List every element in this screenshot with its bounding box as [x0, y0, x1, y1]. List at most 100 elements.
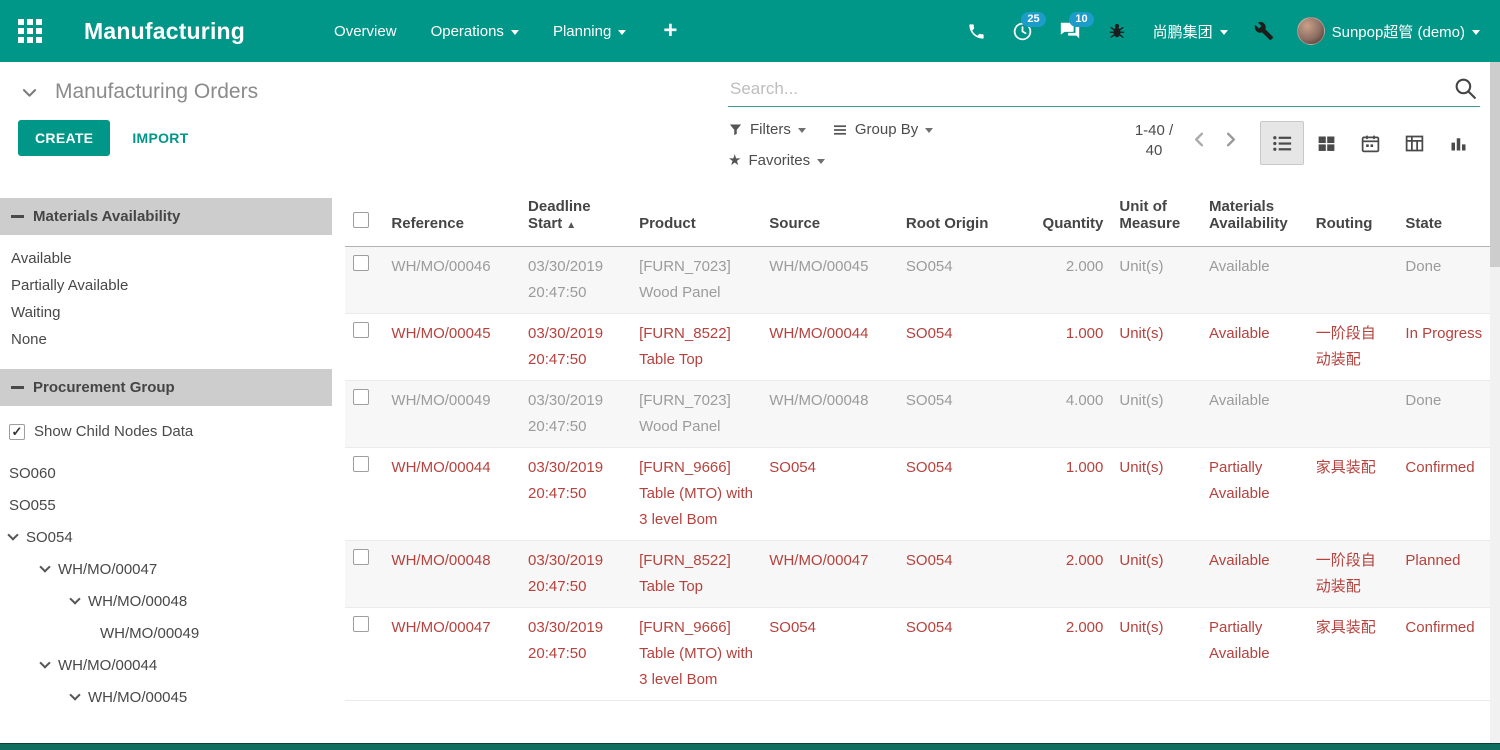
- pager-previous-button[interactable]: [1186, 126, 1213, 156]
- search-input[interactable]: [730, 79, 1446, 99]
- chevron-right-icon: [1219, 128, 1242, 151]
- row-checkbox[interactable]: [353, 616, 369, 632]
- chevron-down-icon: [925, 128, 933, 133]
- select-all-checkbox[interactable]: [353, 212, 369, 228]
- chevron-down-icon: [7, 529, 18, 540]
- collapse-icon: [11, 215, 24, 218]
- chevron-down-icon: [69, 689, 80, 700]
- column-product[interactable]: Product: [631, 192, 761, 247]
- view-pivot-button[interactable]: [1392, 121, 1436, 165]
- menu-overview[interactable]: Overview: [317, 0, 414, 62]
- search-options: Filters Group By ★ Favorites: [728, 121, 976, 169]
- tree-item-wh-mo-00045[interactable]: WH/MO/00045: [0, 681, 332, 713]
- menu-operations[interactable]: Operations: [414, 0, 536, 62]
- breadcrumb: Manufacturing Orders: [20, 80, 728, 104]
- row-checkbox[interactable]: [353, 255, 369, 271]
- apps-grid-icon[interactable]: [18, 19, 42, 43]
- view-calendar-icon: [1360, 133, 1381, 154]
- view-kanban-button[interactable]: [1304, 121, 1348, 165]
- table-row[interactable]: WH/MO/00044 03/30/2019 20:47:50 [FURN_96…: [345, 448, 1500, 541]
- orders-table: Reference Deadline Start▲ Product Source…: [345, 192, 1500, 701]
- row-checkbox[interactable]: [353, 389, 369, 405]
- vertical-scrollbar[interactable]: [1490, 62, 1500, 743]
- column-routing[interactable]: Routing: [1308, 192, 1398, 247]
- tree-item-wh-mo-00047[interactable]: WH/MO/00047: [0, 553, 332, 585]
- favorites-star-icon: ★: [728, 151, 741, 169]
- chevron-down-icon: [817, 159, 825, 164]
- create-button[interactable]: CREATE: [18, 120, 110, 156]
- view-list-button[interactable]: [1260, 121, 1304, 165]
- table-row[interactable]: WH/MO/00049 03/30/2019 20:47:50 [FURN_70…: [345, 381, 1500, 448]
- menu-planning[interactable]: Planning: [536, 0, 643, 62]
- view-graph-icon: [1448, 133, 1469, 154]
- table-row[interactable]: WH/MO/00046 03/30/2019 20:47:50 [FURN_70…: [345, 247, 1500, 314]
- chevron-left-icon: [1188, 128, 1211, 151]
- navbar-systray: 25 10 尚鹏集团 Sunpop超管 (demo): [954, 0, 1500, 62]
- column-reference[interactable]: Reference: [383, 192, 520, 247]
- favorites-menu[interactable]: ★ Favorites: [728, 151, 825, 169]
- column-quantity[interactable]: Quantity: [1035, 192, 1112, 247]
- show-child-nodes-label: Show Child Nodes Data: [34, 423, 193, 440]
- facet-partially-available[interactable]: Partially Available: [0, 272, 332, 299]
- tree-item-wh-mo-00049[interactable]: WH/MO/00049: [0, 617, 332, 649]
- column-uom[interactable]: Unit of Measure: [1111, 192, 1201, 247]
- search-bar: [728, 76, 1480, 107]
- avatar: [1297, 17, 1325, 45]
- user-menu[interactable]: Sunpop超管 (demo): [1287, 17, 1486, 45]
- chevron-down-icon: [39, 561, 50, 572]
- top-navbar: Manufacturing Overview Operations Planni…: [0, 0, 1500, 62]
- search-icon[interactable]: [1453, 76, 1478, 106]
- list-view: Reference Deadline Start▲ Product Source…: [332, 192, 1500, 743]
- show-child-nodes-checkbox[interactable]: ✓: [9, 424, 25, 440]
- filter-icon: [728, 122, 743, 137]
- control-panel: Manufacturing Orders CREATE IMPORT Filte…: [0, 62, 1500, 192]
- facet-waiting[interactable]: Waiting: [0, 299, 332, 326]
- tree-item-so060[interactable]: SO060: [0, 457, 332, 489]
- app-title: Manufacturing: [84, 18, 245, 45]
- activities-button[interactable]: 25: [999, 0, 1046, 62]
- company-switcher[interactable]: 尚鹏集团: [1140, 21, 1241, 42]
- pager-next-button[interactable]: [1217, 126, 1244, 156]
- chevron-down-icon: [618, 30, 626, 35]
- table-row[interactable]: WH/MO/00047 03/30/2019 20:47:50 [FURN_96…: [345, 608, 1500, 701]
- view-pivot-icon: [1404, 133, 1425, 154]
- filters-menu[interactable]: Filters: [728, 121, 806, 138]
- column-deadline-start[interactable]: Deadline Start▲: [520, 192, 631, 247]
- column-state[interactable]: State: [1397, 192, 1500, 247]
- group-by-menu[interactable]: Group By: [832, 121, 933, 138]
- section-materials-availability[interactable]: Materials Availability: [0, 198, 332, 235]
- phone-icon: [967, 22, 986, 41]
- messages-button[interactable]: 10: [1046, 0, 1094, 62]
- tree-item-so055[interactable]: SO055: [0, 489, 332, 521]
- tree-item-wh-mo-00044[interactable]: WH/MO/00044: [0, 649, 332, 681]
- facet-none[interactable]: None: [0, 326, 332, 353]
- collapse-icon: [11, 386, 24, 389]
- chevron-down-icon: [511, 30, 519, 35]
- scrollbar-thumb[interactable]: [1490, 62, 1500, 267]
- view-calendar-button[interactable]: [1348, 121, 1392, 165]
- view-graph-button[interactable]: [1436, 121, 1480, 165]
- chevron-down-icon: [39, 657, 50, 668]
- tree-item-wh-mo-00048[interactable]: WH/MO/00048: [0, 585, 332, 617]
- table-row[interactable]: WH/MO/00045 03/30/2019 20:47:50 [FURN_85…: [345, 314, 1500, 381]
- import-button[interactable]: IMPORT: [132, 130, 188, 146]
- row-checkbox[interactable]: [353, 322, 369, 338]
- sort-asc-icon: ▲: [566, 220, 576, 231]
- tree-item-so054[interactable]: SO054: [0, 521, 332, 553]
- row-checkbox[interactable]: [353, 549, 369, 565]
- show-child-nodes-row: ✓ Show Child Nodes Data: [0, 416, 332, 447]
- chevron-down-icon[interactable]: [20, 83, 39, 102]
- column-source[interactable]: Source: [761, 192, 898, 247]
- row-checkbox[interactable]: [353, 456, 369, 472]
- settings-button[interactable]: [1241, 0, 1287, 62]
- section-procurement-group[interactable]: Procurement Group: [0, 369, 332, 406]
- add-menu-button[interactable]: +: [643, 0, 697, 62]
- debug-button[interactable]: [1094, 0, 1140, 62]
- column-availability[interactable]: Materials Availability: [1201, 192, 1308, 247]
- company-name: 尚鹏集团: [1153, 21, 1213, 42]
- facet-available[interactable]: Available: [0, 245, 332, 272]
- phone-button[interactable]: [954, 0, 999, 62]
- wrench-icon: [1254, 21, 1274, 41]
- table-row[interactable]: WH/MO/00048 03/30/2019 20:47:50 [FURN_85…: [345, 541, 1500, 608]
- column-root-origin[interactable]: Root Origin: [898, 192, 1035, 247]
